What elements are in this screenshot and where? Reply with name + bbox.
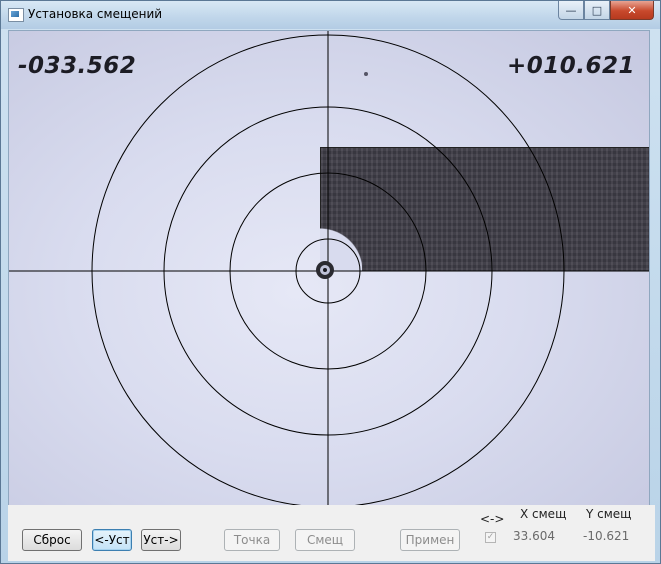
offset-setup-window: Установка смещений — □ ✕ -033.562 +010.6… — [0, 0, 661, 564]
offset-button[interactable]: Смещ — [295, 529, 355, 551]
point-button[interactable]: Точка — [224, 529, 280, 551]
x-offset-header: X смещ — [520, 507, 567, 521]
minimize-button[interactable]: — — [558, 1, 584, 20]
minimize-icon: — — [565, 3, 577, 17]
x-coordinate-readout: -033.562 — [18, 53, 137, 79]
close-button[interactable]: ✕ — [610, 1, 654, 20]
set-right-button[interactable]: Уст-> — [141, 529, 181, 551]
control-panel: Сброс <-Уст Уст-> Точка Смещ Примен <-> … — [8, 505, 655, 561]
y-offset-header: Y смещ — [586, 507, 632, 521]
set-left-button[interactable]: <-Уст — [92, 529, 132, 551]
swap-label: <-> — [480, 512, 505, 526]
camera-view[interactable]: -033.562 +010.621 — [8, 30, 650, 506]
drill-hole-center — [323, 268, 327, 272]
y-coordinate-readout: +010.621 — [506, 53, 635, 79]
close-icon: ✕ — [627, 3, 637, 17]
apply-button[interactable]: Примен — [400, 529, 460, 551]
swap-checkbox[interactable]: ✓ — [485, 532, 496, 543]
maximize-icon: □ — [591, 3, 603, 17]
title-bar[interactable]: Установка смещений — □ ✕ — [1, 1, 660, 29]
app-icon — [8, 8, 24, 22]
reset-button[interactable]: Сброс — [22, 529, 82, 551]
y-offset-value: -10.621 — [583, 529, 630, 543]
maximize-button[interactable]: □ — [584, 1, 610, 20]
x-offset-value: 33.604 — [513, 529, 555, 543]
targeting-overlay — [9, 31, 649, 505]
window-title: Установка смещений — [28, 7, 163, 21]
window-controls: — □ ✕ — [558, 1, 654, 21]
